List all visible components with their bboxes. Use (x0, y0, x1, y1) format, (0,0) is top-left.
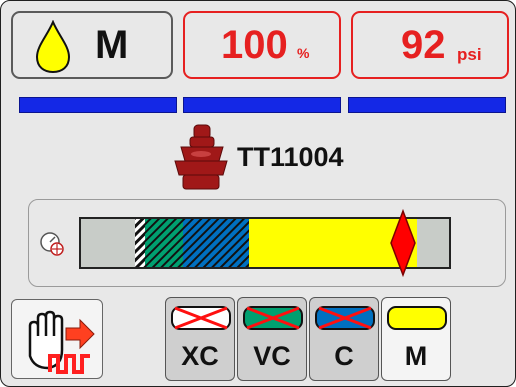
gauge-segment-c (183, 219, 249, 267)
pressure-display[interactable]: 92 psi (351, 11, 509, 79)
vc-swatch-crossed-icon (243, 306, 303, 330)
section-bar-2 (183, 97, 341, 113)
droplet-class-vc-label: VC (253, 341, 291, 371)
droplet-class-c-button[interactable]: C (309, 297, 379, 381)
droplet-icon (35, 20, 71, 74)
droplet-class-xc-label: XC (181, 341, 219, 371)
droplet-class-c-label: C (334, 341, 354, 371)
droplet-class-vc-button[interactable]: VC (237, 297, 307, 381)
gauge-segment-vc (145, 219, 183, 267)
section-bar-1 (19, 97, 177, 113)
gauge-segment-xc (135, 219, 145, 267)
xc-swatch-crossed-icon (171, 306, 231, 330)
droplet-class-m-label: M (404, 341, 428, 371)
pressure-value: 92 (401, 23, 446, 67)
droplet-class-m-button[interactable]: M (381, 297, 451, 381)
gauge-bar (81, 208, 449, 278)
c-swatch-crossed-icon (315, 306, 375, 330)
stop-pulse-button[interactable] (11, 299, 103, 379)
droplet-mode-label: M (95, 23, 129, 67)
section-bar-3 (348, 97, 506, 113)
gauge-segment-empty-left (81, 219, 135, 267)
rate-display[interactable]: 100 % (183, 11, 341, 79)
pressure-unit: psi (457, 45, 482, 64)
droplet-size-gauge-panel (28, 199, 506, 287)
rate-value: 100 (221, 23, 288, 67)
control-panel: M 100 % 92 psi TT11004 XC VC C M (0, 0, 516, 387)
nozzle-name: TT11004 (237, 142, 344, 172)
droplet-mode-display[interactable]: M (11, 11, 173, 79)
droplet-size-gauge (79, 208, 451, 278)
droplet-class-xc-button[interactable]: XC (165, 297, 235, 381)
gauge-segment-empty-right (417, 219, 449, 267)
rate-unit: % (297, 45, 310, 61)
hand-stop-pulse-icon (28, 310, 95, 374)
nozzle-icon (174, 124, 228, 190)
m-swatch-icon (387, 306, 447, 330)
gauge-dial-icon (40, 232, 64, 256)
